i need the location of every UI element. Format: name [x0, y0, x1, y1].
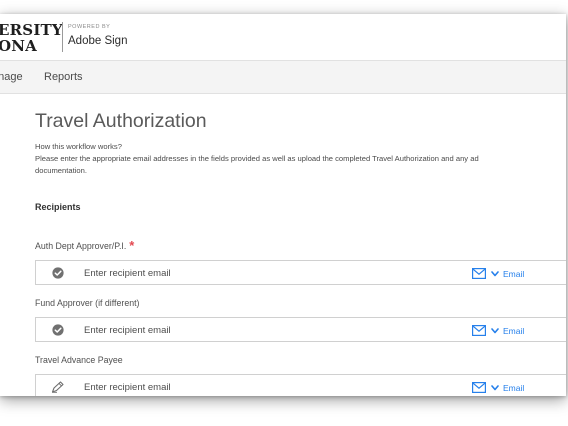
header-bar: ERSITY ONA POWERED BY Adobe Sign: [0, 14, 566, 61]
delivery-method-dropdown[interactable]: Email: [472, 381, 524, 394]
page-title: Travel Authorization: [35, 110, 207, 132]
pen-icon[interactable]: [51, 381, 65, 393]
delivery-method-dropdown[interactable]: Email: [472, 324, 524, 337]
recipient-email-input[interactable]: [84, 379, 384, 395]
delivery-method-dropdown[interactable]: Email: [472, 267, 524, 280]
check-circle-icon[interactable]: [52, 324, 64, 336]
recipient-label: Fund Approver (if different): [35, 298, 139, 308]
delivery-method-label: Email: [503, 382, 525, 393]
description-line-3: documentation.: [35, 165, 87, 175]
recipient-email-input[interactable]: [84, 322, 384, 338]
recipient-label-text: Fund Approver (if different): [35, 298, 140, 308]
university-logo: ERSITY ONA: [0, 22, 63, 54]
recipients-heading: Recipients: [35, 202, 81, 212]
delivery-method-label: Email: [503, 268, 525, 279]
logo-divider: [62, 22, 63, 52]
envelope-icon: [472, 268, 486, 279]
envelope-icon: [472, 325, 486, 336]
description-line-2: Please enter the appropriate email addre…: [35, 153, 479, 163]
recipient-label-text: Travel Advance Payee: [35, 355, 123, 365]
check-circle-icon[interactable]: [52, 267, 64, 279]
nav-bar: anage Reports: [0, 61, 566, 94]
chevron-down-icon: [491, 270, 499, 276]
workflow-description: How this workflow works? Please enter th…: [35, 141, 566, 176]
recipient-row: Email: [35, 374, 566, 396]
recipient-email-input[interactable]: [84, 265, 384, 281]
logo-line-1: ERSITY: [0, 21, 63, 39]
recipient-row: Email: [35, 317, 566, 342]
required-asterisk: *: [129, 238, 135, 253]
chevron-down-icon: [491, 384, 499, 390]
nav-reports[interactable]: Reports: [44, 71, 83, 83]
recipient-row: Email: [35, 260, 566, 285]
recipient-label: Travel Advance Payee: [35, 355, 123, 365]
main-content: Travel Authorization How this workflow w…: [0, 94, 566, 396]
delivery-method-label: Email: [503, 325, 525, 336]
powered-by-label: POWERED BY: [68, 24, 111, 30]
logo-line-2: ONA: [0, 37, 38, 55]
description-line-1: How this workflow works?: [35, 142, 122, 151]
app-window: ERSITY ONA POWERED BY Adobe Sign anage R…: [0, 14, 566, 396]
recipient-label: Auth Dept Approver/P.I. *: [35, 237, 135, 253]
chevron-down-icon: [491, 327, 499, 333]
nav-manage[interactable]: anage: [0, 71, 23, 83]
envelope-icon: [472, 382, 486, 393]
recipient-label-text: Auth Dept Approver/P.I.: [35, 241, 127, 251]
adobe-sign-logo: Adobe Sign: [68, 35, 128, 47]
